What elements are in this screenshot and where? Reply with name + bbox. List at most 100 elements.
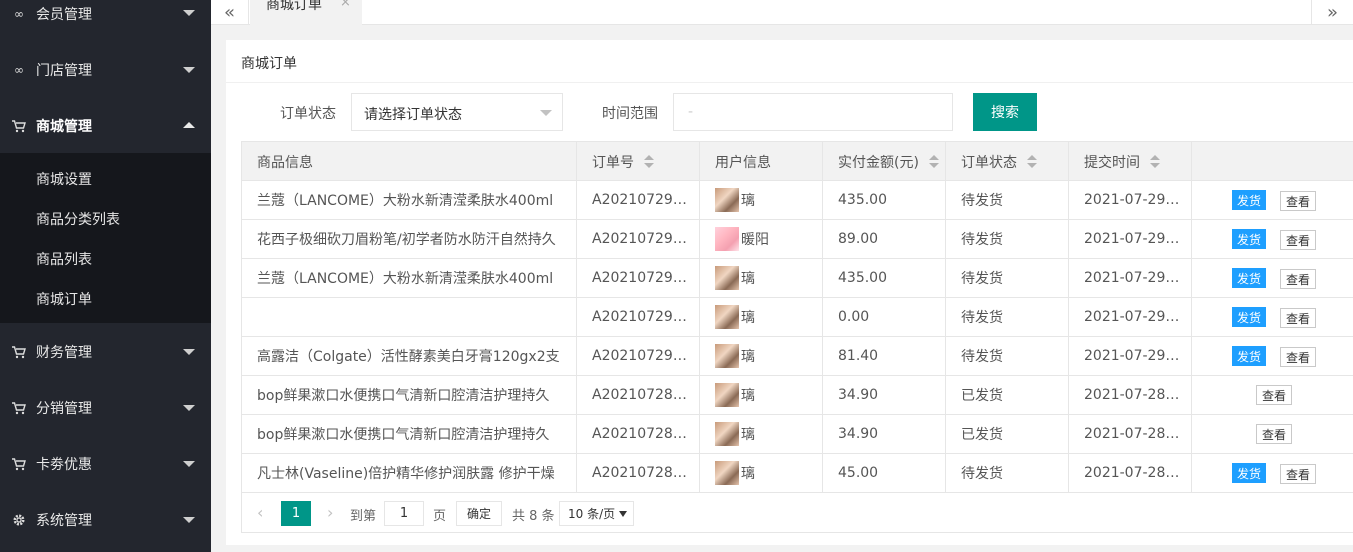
user-name: 璃: [741, 388, 755, 404]
cell-time: 2021-07-29 …: [1069, 220, 1192, 258]
goto-confirm-button[interactable]: 确定: [456, 501, 502, 526]
header-status[interactable]: 订单状态: [946, 142, 1069, 181]
ship-button[interactable]: 发货: [1232, 346, 1266, 366]
chevron-left-icon[interactable]: ‹: [257, 503, 263, 522]
menu-distribution[interactable]: 分销管理: [0, 386, 211, 428]
cell-amount: 81.40: [823, 337, 946, 375]
view-button[interactable]: 查看: [1280, 269, 1316, 289]
table-row: 兰蔻（LANCOME）大粉水新清滢柔肤水400ml A20210729… 璃 435.…: [242, 259, 1353, 298]
cell-order-no: A20210728…: [577, 376, 700, 414]
amount-text: 89.00: [838, 231, 879, 247]
status-select[interactable]: 请选择订单状态: [351, 93, 563, 131]
status-text: 待发货: [961, 232, 1003, 248]
sort-icon[interactable]: [644, 154, 654, 169]
menu-finance-label: 财务管理: [36, 345, 92, 361]
cell-user: 璃: [700, 298, 823, 336]
product-text: bop鲜果漱口水便携口气清新口腔清洁护理持久: [257, 427, 550, 443]
avatar: [715, 266, 739, 290]
time-range-label: 时间范围: [602, 106, 658, 122]
tab-scroll-left-icon[interactable]: «: [211, 0, 249, 25]
tab-bar: « 商城订单 × »: [211, 0, 1353, 25]
cell-actions: 发货 查看: [1192, 337, 1353, 375]
submenu-product-list[interactable]: 商品列表: [36, 249, 92, 269]
sort-icon[interactable]: [1027, 154, 1037, 169]
tab-mall-orders[interactable]: 商城订单 ×: [250, 0, 362, 25]
cell-amount: 45.00: [823, 454, 946, 492]
submenu-category-list[interactable]: 商品分类列表: [36, 209, 120, 229]
menu-mall[interactable]: 商城管理: [0, 104, 211, 146]
header-order-no[interactable]: 订单号: [577, 142, 700, 181]
cell-status: 已发货: [946, 376, 1069, 414]
tab-scroll-right-icon[interactable]: »: [1311, 0, 1353, 25]
cell-user: 璃: [700, 337, 823, 375]
amount-text: 435.00: [838, 270, 887, 286]
sort-icon[interactable]: [1150, 154, 1160, 169]
cell-actions: 查看: [1192, 415, 1353, 453]
menu-finance[interactable]: 财务管理: [0, 330, 211, 372]
cell-user: 暖阳: [700, 220, 823, 258]
cell-product: 花西子极细砍刀眉粉笔/初学者防水防汗自然持久: [242, 220, 577, 258]
tab-label: 商城订单: [266, 0, 322, 13]
ship-button[interactable]: 发货: [1232, 307, 1266, 327]
order-no-text: A20210729…: [592, 270, 687, 286]
cell-user: 璃: [700, 181, 823, 219]
time-text: 2021-07-29 …: [1084, 309, 1184, 325]
status-text: 待发货: [961, 466, 1003, 482]
menu-coupons[interactable]: 卡劵优惠: [0, 442, 211, 484]
goto-page-input[interactable]: [384, 501, 424, 526]
submenu-mall-orders[interactable]: 商城订单: [36, 289, 92, 309]
time-text: 2021-07-29 …: [1084, 192, 1184, 208]
page-size-select[interactable]: 10 条/页: [559, 501, 634, 526]
table-row: 高露洁（Colgate）活性酵素美白牙膏120gx2支 A20210729… 璃 81…: [242, 337, 1353, 376]
link-icon: ∞: [14, 63, 24, 77]
order-no-text: A20210729…: [592, 192, 687, 208]
menu-member[interactable]: ∞ 会员管理: [0, 0, 211, 26]
view-button[interactable]: 查看: [1280, 230, 1316, 250]
cell-amount: 34.90: [823, 376, 946, 414]
cell-time: 2021-07-29 …: [1069, 259, 1192, 297]
status-text: 已发货: [961, 427, 1003, 443]
ship-button[interactable]: 发货: [1232, 268, 1266, 288]
avatar: [715, 305, 739, 329]
table-row: 兰蔻（LANCOME）大粉水新清滢柔肤水400ml A20210729… 璃 435.…: [242, 181, 1353, 220]
header-label: 商品信息: [257, 154, 313, 171]
product-text: 花西子极细砍刀眉粉笔/初学者防水防汗自然持久: [257, 232, 556, 248]
view-button[interactable]: 查看: [1280, 191, 1316, 211]
time-text: 2021-07-29 …: [1084, 270, 1184, 286]
time-range-input[interactable]: -: [673, 93, 953, 131]
ship-button[interactable]: 发货: [1232, 463, 1266, 483]
menu-system[interactable]: 系统管理: [0, 498, 211, 540]
view-button[interactable]: 查看: [1256, 424, 1292, 444]
product-text: 凡士林(Vaseline)倍护精华修护润肤露 修护干燥: [257, 466, 555, 482]
header-amount[interactable]: 实付金额(元): [823, 142, 946, 181]
search-button[interactable]: 搜索: [973, 93, 1037, 131]
view-button[interactable]: 查看: [1280, 308, 1316, 328]
product-text: 兰蔻（LANCOME）大粉水新清滢柔肤水400ml: [257, 193, 554, 209]
chevron-right-icon[interactable]: ›: [327, 503, 333, 522]
gear-icon: [11, 512, 27, 528]
view-button[interactable]: 查看: [1280, 347, 1316, 367]
status-text: 已发货: [961, 388, 1003, 404]
menu-store[interactable]: ∞ 门店管理: [0, 48, 211, 90]
sort-icon[interactable]: [928, 154, 939, 169]
page-current[interactable]: 1: [281, 501, 311, 526]
cell-order-no: A20210728…: [577, 415, 700, 453]
ship-button[interactable]: 发货: [1232, 190, 1266, 210]
cell-order-no: A20210729…: [577, 220, 700, 258]
view-button[interactable]: 查看: [1280, 464, 1316, 484]
chevron-down-icon: [183, 517, 195, 523]
header-time[interactable]: 提交时间: [1069, 142, 1192, 181]
submenu-mall-settings[interactable]: 商城设置: [36, 169, 92, 189]
avatar: [715, 344, 739, 368]
status-text: 待发货: [961, 310, 1003, 326]
close-icon[interactable]: ×: [340, 0, 351, 10]
product-text: 高露洁（Colgate）活性酵素美白牙膏120gx2支: [257, 349, 560, 365]
cell-time: 2021-07-29 …: [1069, 298, 1192, 336]
cell-order-no: A20210729…: [577, 298, 700, 336]
page-unit-label: 页: [433, 509, 447, 524]
cell-time: 2021-07-28 …: [1069, 415, 1192, 453]
menu-coupons-label: 卡劵优惠: [36, 457, 92, 473]
view-button[interactable]: 查看: [1256, 385, 1292, 405]
ship-button[interactable]: 发货: [1232, 229, 1266, 249]
table-row: A20210729… 璃 0.00 待发货 2021-07-29 … 发货 查看: [242, 298, 1353, 337]
